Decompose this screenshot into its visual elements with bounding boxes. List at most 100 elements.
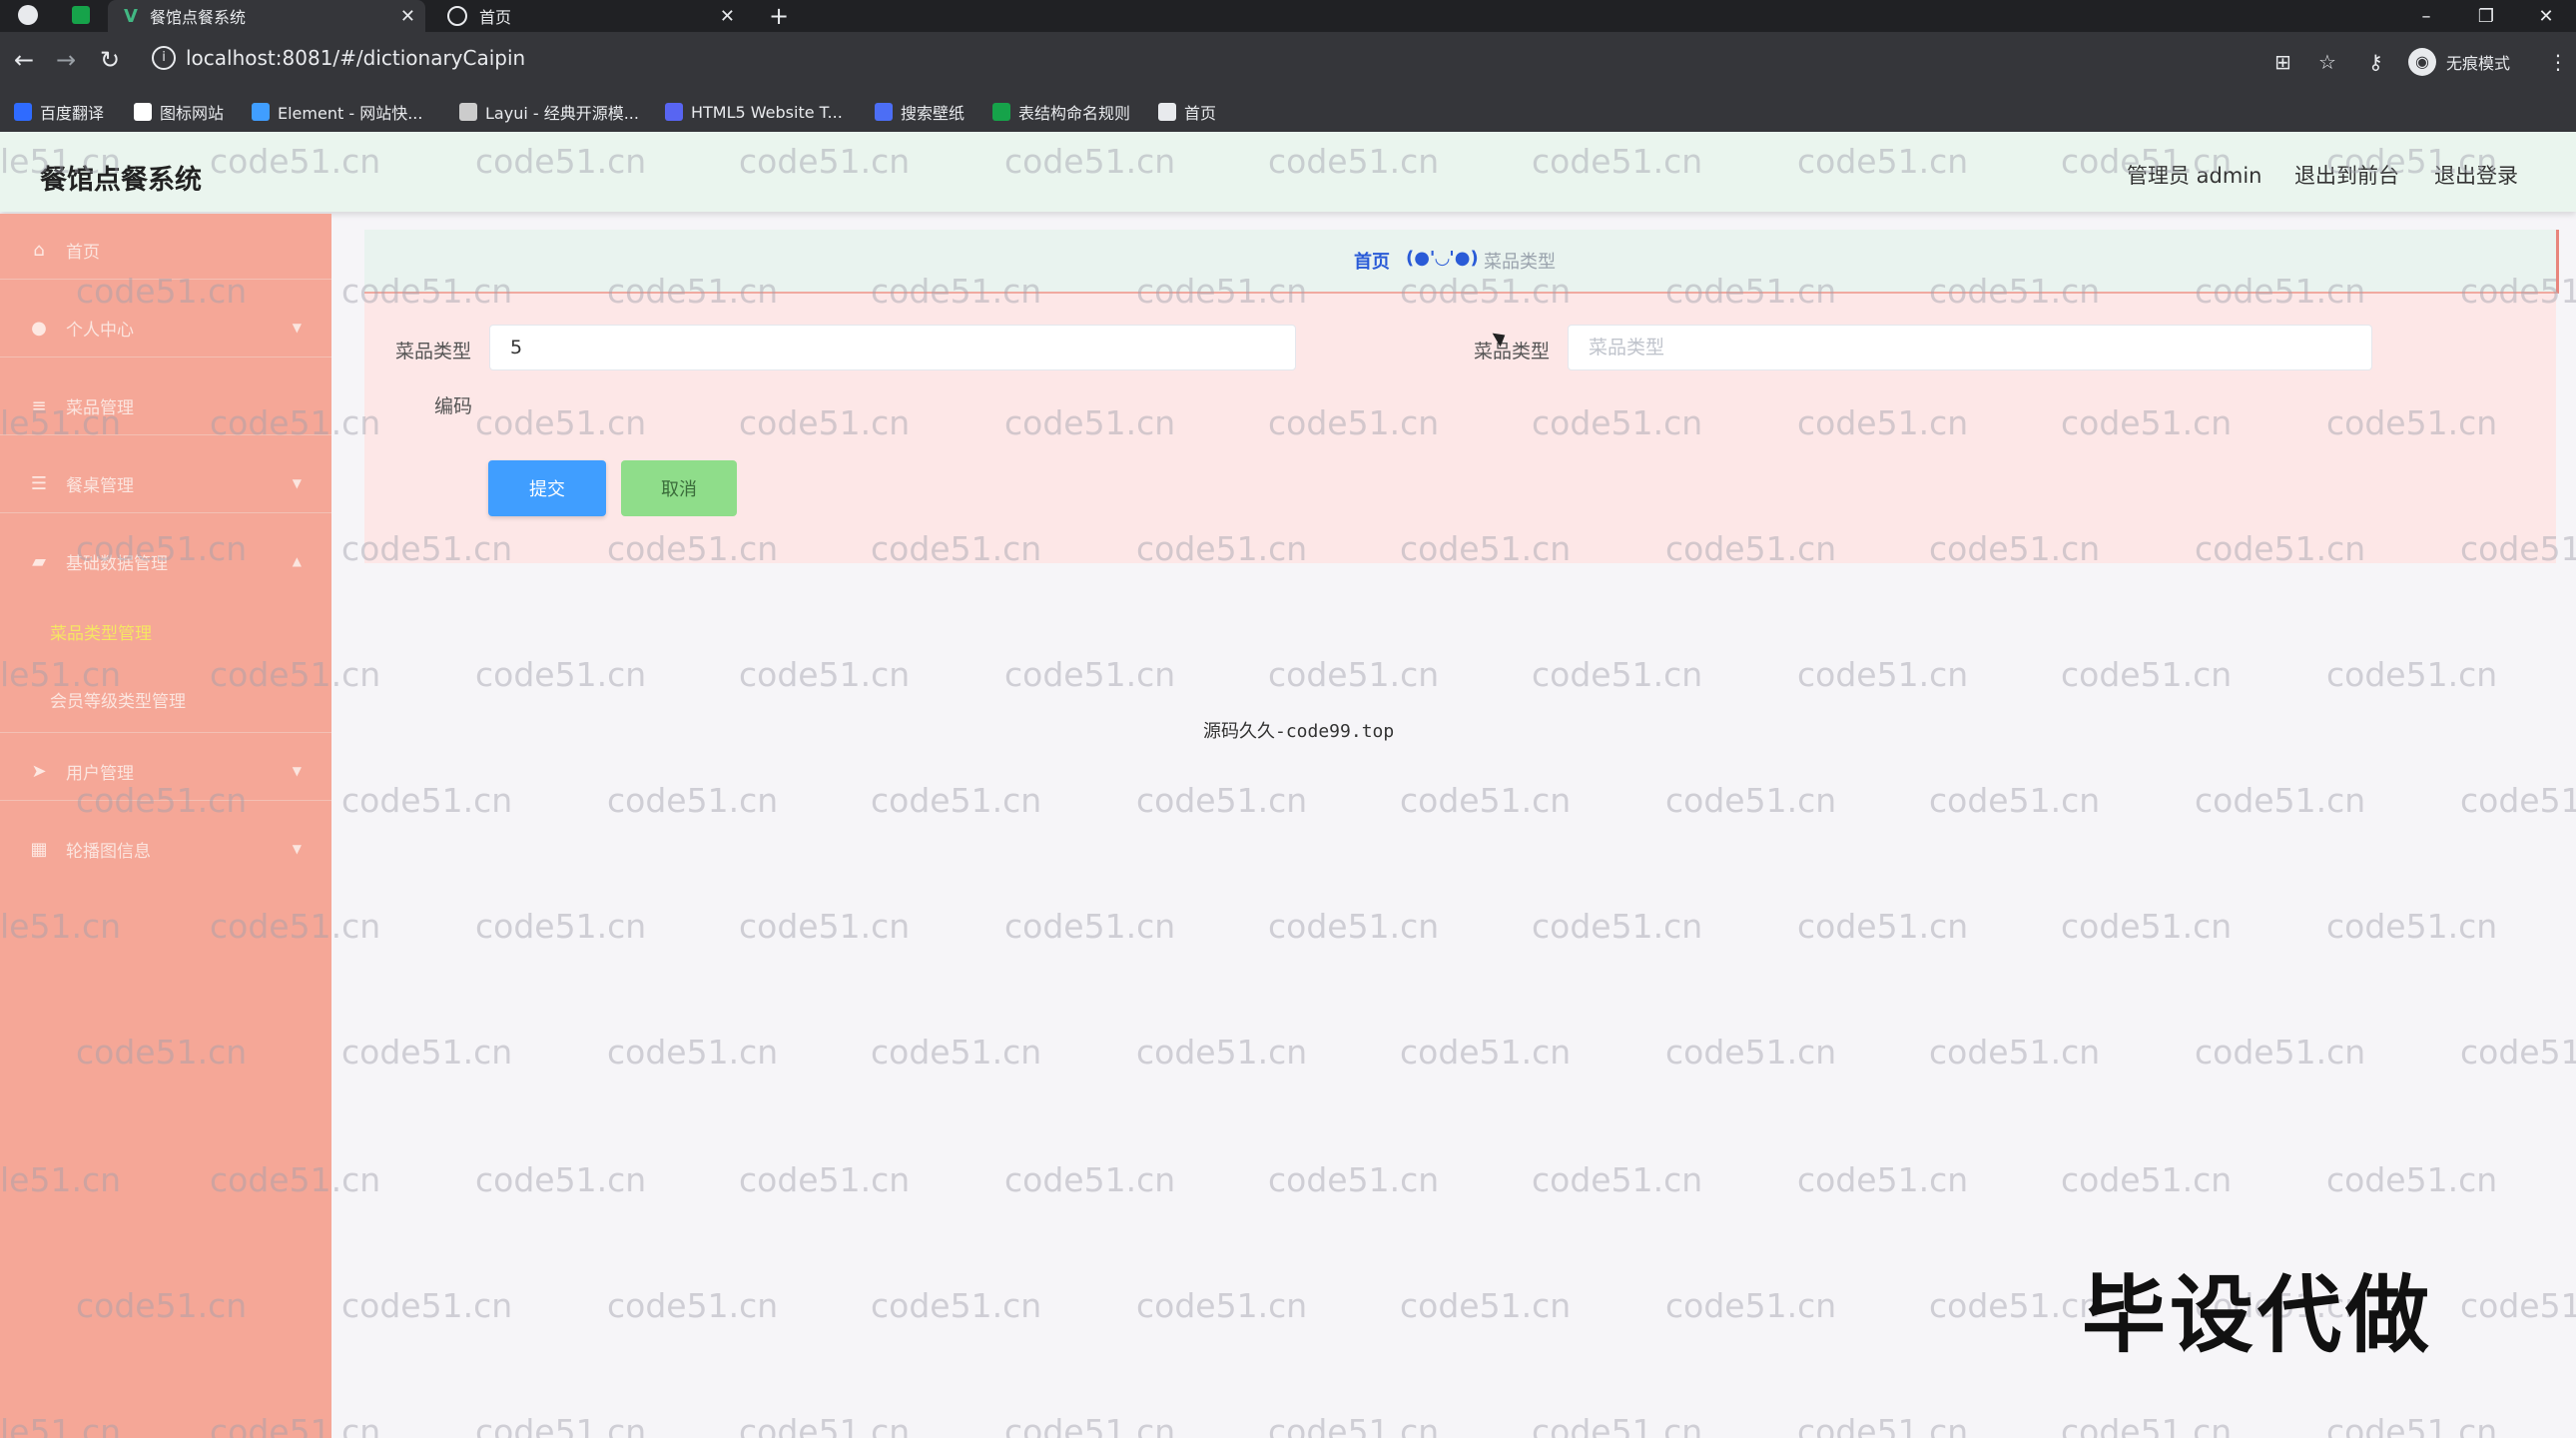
bookmark-item[interactable]: HTML5 Website T...	[665, 98, 843, 126]
bookmark-favicon-icon	[992, 103, 1010, 121]
list-icon: ≡	[31, 394, 47, 416]
bookmark-star-icon[interactable]: ☆	[2318, 50, 2336, 74]
bookmark-item[interactable]: 搜索壁纸	[875, 98, 965, 126]
logout-link[interactable]: 退出登录	[2434, 160, 2518, 190]
bookmark-favicon-icon	[459, 103, 477, 121]
watermark-text: code51.cn	[341, 781, 513, 820]
box-icon: ▰	[32, 550, 46, 572]
dish-type-code-input[interactable]	[489, 325, 1296, 370]
submenu-dish-type[interactable]: 菜品类型管理	[50, 619, 152, 644]
grid-icon: ▦	[30, 838, 48, 860]
bookmark-label: Element - 网站快...	[278, 104, 423, 123]
sidebar-item-dishes[interactable]: ≡ 菜品管理	[0, 381, 331, 429]
minimize-icon[interactable]: –	[2396, 0, 2456, 32]
watermark-text: code51.cn	[739, 655, 911, 694]
bookmark-favicon-icon	[252, 103, 270, 121]
bookmark-label: 表结构命名规则	[1018, 104, 1131, 123]
translate-icon[interactable]: ⊞	[2274, 50, 2291, 74]
new-tab-button[interactable]: +	[769, 0, 799, 32]
footer-source-text: 源码久久-code99.top	[1203, 721, 1395, 742]
sidebar-divider	[0, 732, 331, 733]
bookmark-favicon-icon	[875, 103, 893, 121]
sidebar-item-carousel[interactable]: ▦ 轮播图信息 ▼	[0, 825, 331, 873]
watermark-text: code51.cn	[2061, 1160, 2233, 1199]
sidebar-item-home[interactable]: ⌂ 首页	[0, 226, 331, 274]
incognito-indicator[interactable]: ◉ 无痕模式	[2408, 48, 2510, 76]
breadcrumb-current: 菜品类型	[1484, 252, 1556, 273]
bookmark-item[interactable]: Element - 网站快...	[252, 98, 422, 126]
tab-close-icon[interactable]: ✕	[400, 6, 415, 27]
code-field-label: 菜品类型	[395, 341, 472, 362]
stamp-text: 毕设代做	[2082, 1266, 2434, 1364]
cancel-button[interactable]: 取消	[621, 460, 737, 516]
reload-icon[interactable]: ↻	[94, 46, 126, 74]
chevron-down-icon: ▼	[292, 321, 302, 335]
menu-icon: ☰	[30, 472, 48, 494]
submenu-member-level[interactable]: 会员等级类型管理	[50, 687, 186, 712]
bookmark-item[interactable]: 图标网站	[134, 98, 224, 126]
watermark-text: code51.cn	[871, 1033, 1042, 1072]
watermark-text: code51.cn	[2460, 781, 2576, 820]
submit-button[interactable]: 提交	[488, 460, 606, 516]
watermark-text: code51.cn	[1532, 907, 1703, 946]
address-bar[interactable]: localhost:8081/#/dictionaryCaipin	[186, 46, 525, 70]
restore-icon[interactable]: ❐	[2456, 0, 2516, 32]
bookmark-label: 百度翻译	[40, 104, 105, 123]
home-icon: ⌂	[33, 239, 45, 261]
sidebar-item-base-data[interactable]: ▰ 基础数据管理 ▲	[0, 537, 331, 585]
sidebar-divider	[0, 434, 331, 435]
more-menu-icon[interactable]: ⋮	[2548, 50, 2568, 74]
watermark-text: code51.cn	[1004, 655, 1176, 694]
chevron-down-icon: ▼	[292, 764, 302, 778]
forward-arrow-icon[interactable]: →	[50, 46, 82, 74]
watermark-text: code51.cn	[607, 781, 779, 820]
back-to-front-link[interactable]: 退出到前台	[2294, 160, 2399, 190]
tab-close-icon[interactable]: ✕	[720, 6, 735, 27]
globe-icon	[447, 6, 467, 26]
watermark-text: code51.cn	[2460, 1286, 2576, 1325]
sidebar-divider	[0, 512, 331, 513]
incognito-label: 无痕模式	[2446, 54, 2511, 73]
sidebar-item-profile[interactable]: ● 个人中心 ▼	[0, 304, 331, 352]
bookmark-label: 图标网站	[160, 104, 225, 123]
bookmark-label: 首页	[1184, 104, 1217, 123]
watermark-text: code51.cn	[1268, 655, 1440, 694]
bookmark-favicon-icon	[665, 103, 683, 121]
close-window-icon[interactable]: ✕	[2516, 0, 2576, 32]
watermark-text: code51.cn	[739, 907, 911, 946]
watermark-text: code51.cn	[1797, 1160, 1969, 1199]
bookmark-item[interactable]: Layui - 经典开源模...	[459, 98, 639, 126]
watermark-text: code51.cn	[1004, 1160, 1176, 1199]
watermark-text: code51.cn	[2460, 1033, 2576, 1072]
watermark-text: code51.cn	[1797, 907, 1969, 946]
sidebar-item-tables[interactable]: ☰ 餐桌管理 ▼	[0, 459, 331, 507]
bookmark-item[interactable]: 首页	[1158, 98, 1216, 126]
watermark-text: code51.cn	[1004, 907, 1176, 946]
bookmark-item[interactable]: 表结构命名规则	[992, 98, 1130, 126]
watermark-text: code51.cn	[2326, 1160, 2498, 1199]
tab-active[interactable]: V 餐馆点餐系统 ✕	[108, 0, 425, 32]
bookmark-item[interactable]: 百度翻译	[14, 98, 104, 126]
dish-type-input[interactable]	[1568, 325, 2372, 370]
vue-logo-icon: V	[124, 5, 138, 27]
watermark-text: code51.cn	[475, 1160, 647, 1199]
watermark-text: code51.cn	[871, 781, 1042, 820]
watermark-text: code51.cn	[341, 1286, 513, 1325]
breadcrumb-home[interactable]: 首页	[1354, 248, 1390, 274]
tab-inactive[interactable]: 首页 ✕	[435, 0, 745, 32]
watermark-text: code51.cn	[1136, 781, 1308, 820]
incognito-icon: ◉	[2408, 48, 2436, 76]
admin-label: 管理员 admin	[2127, 164, 2262, 188]
browser-menu-icon[interactable]	[18, 5, 38, 25]
back-arrow-icon[interactable]: ←	[8, 46, 40, 74]
watermark-text: code51.cn	[607, 1033, 779, 1072]
key-icon[interactable]: ⚷	[2368, 50, 2383, 74]
watermark-text: code51.cn	[475, 655, 647, 694]
watermark-text: code51.cn	[475, 1412, 647, 1438]
bookmark-label: 搜索壁纸	[901, 104, 966, 123]
watermark-text: code51.cn	[1665, 1286, 1837, 1325]
watermark-text: code51.cn	[1797, 655, 1969, 694]
site-info-icon[interactable]: i	[152, 46, 176, 70]
watermark-text: code51.cn	[1532, 1160, 1703, 1199]
sidebar-item-users[interactable]: ➤ 用户管理 ▼	[0, 747, 331, 795]
